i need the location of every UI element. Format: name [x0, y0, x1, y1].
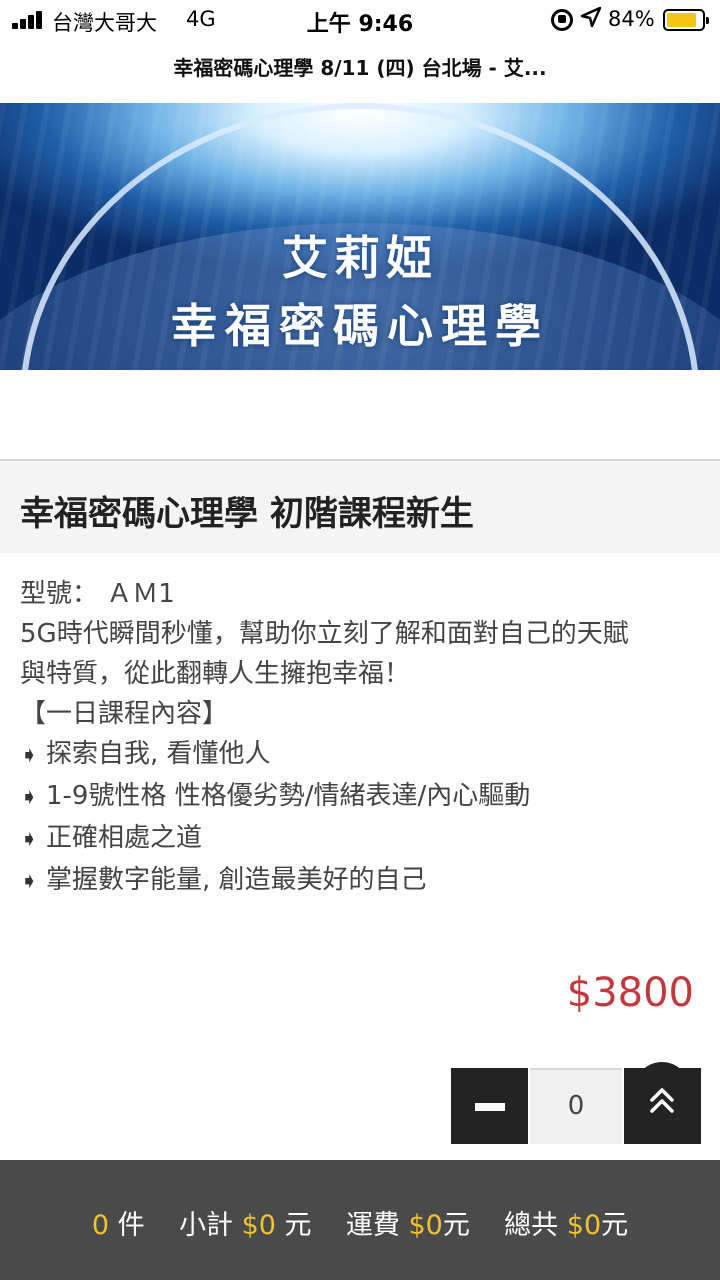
product-model: 型號： ＡＭ1 [20, 574, 710, 614]
cart-summary-text[interactable]: 0 件 小計 $0 元 運費 $0元 總共 $0元 [0, 1203, 720, 1242]
quantity-input[interactable]: 0 [530, 1068, 622, 1144]
cart-item-count: 0 [91, 1210, 110, 1241]
shipping-label: 運費 [345, 1210, 400, 1241]
location-icon [580, 6, 602, 34]
product-price: $3800 [566, 970, 694, 1016]
banner-title-line2: 幸福密碼心理學 [171, 299, 549, 353]
shipping-unit: 元 [442, 1210, 470, 1241]
subtotal-label: 小計 [178, 1210, 233, 1241]
battery-percentage: 84% [608, 7, 655, 31]
course-bullet-item: ➧ 1-9號性格 性格優劣勢/情緒表達/內心驅動 [20, 776, 710, 818]
model-value: ＡＭ1 [106, 579, 175, 609]
battery-level-fill [667, 13, 696, 27]
description-line: 5G時代瞬間秒懂，幫助你立刻了解和面對自己的天賦 [20, 619, 629, 649]
shipping-value: $0 [408, 1210, 443, 1241]
bullet-arrow-icon: ➧ [20, 869, 39, 894]
scroll-to-top-button[interactable] [624, 1068, 701, 1144]
status-bar: 台灣大哥大 4G 上午 9:46 84% [0, 0, 720, 40]
cart-count-unit: 件 [117, 1210, 145, 1241]
course-bullet-item: ➧ 掌握數字能量, 創造最美好的自己 [20, 860, 710, 902]
course-bullet-item: ➧ 探索自我, 看懂他人 [20, 734, 710, 776]
total-unit: 元 [601, 1210, 629, 1241]
course-bullet-item: ➧ 正確相處之道 [20, 818, 710, 860]
battery-icon [663, 9, 709, 31]
page-title: 幸福密碼心理學 8/11 (四) 台北場 - 艾... [173, 56, 547, 80]
description-line: 與特質，從此翻轉人生擁抱幸福！ [20, 659, 411, 689]
bullet-arrow-icon: ➧ [20, 827, 39, 852]
double-chevron-up-icon [650, 1088, 674, 1113]
product-title: 幸福密碼心理學 初階課程新生 [20, 494, 474, 534]
course-heading: 【一日課程內容】 [20, 699, 229, 729]
bullet-arrow-icon: ➧ [20, 785, 39, 810]
rotation-lock-icon [551, 9, 573, 31]
total-value: $0 [566, 1210, 602, 1241]
bullet-arrow-icon: ➧ [20, 743, 39, 768]
decrease-quantity-button[interactable] [451, 1068, 528, 1144]
total-label: 總共 [504, 1210, 559, 1241]
subtotal-value: $0 [241, 1210, 276, 1241]
product-description: 型號： ＡＭ1 5G時代瞬間秒懂，幫助你立刻了解和面對自己的天賦 與特質，從此翻… [20, 574, 710, 902]
banner-title-line1: 艾莉婭 [282, 231, 438, 285]
model-label: 型號： [20, 579, 99, 609]
subtotal-unit: 元 [284, 1210, 312, 1241]
